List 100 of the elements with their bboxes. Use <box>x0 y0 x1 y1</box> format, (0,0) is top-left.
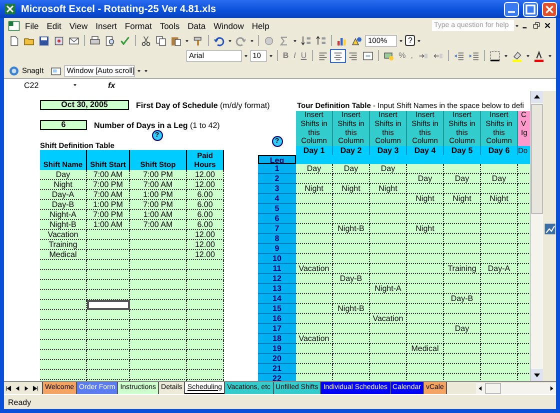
font-color-icon[interactable] <box>532 50 546 62</box>
table-cell[interactable]: 12.00 <box>187 230 224 240</box>
increase-indent-icon[interactable] <box>467 50 481 62</box>
start-date-field[interactable]: Oct 30, 2005 <box>40 100 129 110</box>
table-cell[interactable]: 7:00 PM <box>87 180 130 190</box>
table-cell[interactable]: Night-B <box>333 224 370 234</box>
currency-icon[interactable] <box>382 50 396 62</box>
table-cell[interactable]: Vacation <box>296 334 333 344</box>
table-cell[interactable]: Night <box>333 184 370 194</box>
table-cell[interactable]: Day-A <box>40 190 87 200</box>
table-cell[interactable]: Day <box>481 174 518 184</box>
table-cell[interactable]: 12.00 <box>187 250 224 260</box>
minimize-button[interactable] <box>504 2 519 16</box>
copy-icon[interactable] <box>154 34 168 46</box>
menu-item[interactable]: Data <box>184 20 210 30</box>
table-cell[interactable]: 7:00 AM <box>130 180 187 190</box>
paste-icon[interactable] <box>169 34 183 46</box>
text-style-button[interactable]: B <box>280 51 291 60</box>
table-cell[interactable]: Day <box>444 174 481 184</box>
table-cell[interactable]: Day <box>444 324 481 334</box>
table-cell[interactable]: 6.00 <box>187 220 224 230</box>
table-cell[interactable]: 1:00 PM <box>130 190 187 200</box>
menu-item[interactable]: Insert <box>92 20 121 30</box>
table-cell[interactable]: Day <box>333 164 370 174</box>
table-cell[interactable]: Day <box>40 170 87 180</box>
align-center-icon[interactable] <box>330 50 345 62</box>
vertical-scrollbar[interactable] <box>530 91 543 381</box>
merge-cells-icon[interactable] <box>360 50 375 62</box>
last-sheet-icon[interactable] <box>31 384 40 392</box>
table-cell[interactable]: 6.00 <box>187 190 224 200</box>
scroll-thumb[interactable] <box>531 104 543 214</box>
table-cell[interactable]: Training <box>444 264 481 274</box>
table-cell[interactable]: Day-B <box>333 274 370 284</box>
insert-function-button[interactable]: fx <box>106 80 118 90</box>
menu-item[interactable]: Tools <box>156 20 184 30</box>
scroll-thumb[interactable] <box>485 382 501 394</box>
table-cell[interactable]: Night-A <box>40 210 87 220</box>
close-icon[interactable] <box>542 21 553 30</box>
fill-color-icon[interactable] <box>510 50 524 62</box>
table-cell[interactable]: Night <box>444 194 481 204</box>
table-cell[interactable]: 7:00 PM <box>87 210 130 220</box>
menu-item[interactable]: View <box>65 20 92 30</box>
table-cell[interactable]: Night <box>296 184 333 194</box>
text-style-button[interactable]: I <box>292 51 298 60</box>
table-cell[interactable]: Vacation <box>370 314 407 324</box>
table-cell[interactable]: Training <box>40 240 87 250</box>
table-cell[interactable]: 6.00 <box>187 210 224 220</box>
table-cell[interactable]: Day-B <box>444 294 481 304</box>
table-cell[interactable]: Night <box>40 180 87 190</box>
table-cell[interactable]: 7:00 AM <box>87 190 130 200</box>
table-cell[interactable]: 6.00 <box>187 200 224 210</box>
workbook-icon[interactable] <box>7 20 21 32</box>
print-icon[interactable] <box>88 34 102 46</box>
table-cell[interactable]: Night-A <box>370 284 407 294</box>
table-cell[interactable]: Day <box>407 174 444 184</box>
table-cell[interactable]: Day <box>296 164 333 174</box>
text-style-button[interactable]: U <box>298 51 309 60</box>
table-cell[interactable]: Vacation <box>296 264 333 274</box>
save-icon[interactable] <box>37 34 51 46</box>
drawing-icon[interactable] <box>350 34 364 46</box>
table-cell[interactable]: 1:00 PM <box>87 200 130 210</box>
undo-icon[interactable] <box>212 34 226 46</box>
table-cell[interactable]: 12.00 <box>187 180 224 190</box>
table-cell[interactable]: 12.00 <box>187 170 224 180</box>
first-sheet-icon[interactable] <box>4 384 13 392</box>
sort-ascending-icon[interactable] <box>299 34 313 46</box>
table-cell[interactable]: 1:00 AM <box>130 210 187 220</box>
table-cell[interactable]: Night <box>481 194 518 204</box>
chart-wizard-icon[interactable] <box>542 223 556 235</box>
table-cell[interactable]: 7:00 AM <box>87 170 130 180</box>
table-cell[interactable]: 7:00 AM <box>130 220 187 230</box>
table-cell[interactable]: Day-B <box>40 200 87 210</box>
capture-icon[interactable] <box>48 64 63 76</box>
table-cell[interactable]: Night-B <box>333 304 370 314</box>
table-cell[interactable]: Medical <box>40 250 87 260</box>
number-format-button[interactable]: , <box>408 51 415 60</box>
table-cell[interactable]: 12.00 <box>187 240 224 250</box>
sort-descending-icon[interactable] <box>314 34 328 46</box>
menu-item[interactable]: Window <box>210 20 248 30</box>
menu-item[interactable]: Edit <box>42 20 66 30</box>
help-button[interactable]: ? <box>405 35 416 46</box>
table-cell[interactable]: 1:00 AM <box>87 220 130 230</box>
table-cell[interactable]: Night <box>407 194 444 204</box>
decrease-indent-icon[interactable] <box>452 50 466 62</box>
close-button[interactable] <box>542 2 557 16</box>
leg-days-field[interactable]: 6 <box>40 120 87 130</box>
table-cell[interactable]: Day-A <box>481 264 518 274</box>
menu-item[interactable]: File <box>21 20 43 30</box>
horizontal-scrollbar[interactable] <box>476 382 556 394</box>
number-format-button[interactable]: % <box>396 51 408 60</box>
maximize-button[interactable] <box>523 2 538 16</box>
cut-icon[interactable] <box>139 34 153 46</box>
name-box[interactable]: C22 <box>4 80 72 90</box>
restore-icon[interactable] <box>531 21 542 30</box>
print-preview-icon[interactable] <box>103 34 117 46</box>
menu-item[interactable]: Help <box>248 20 274 30</box>
table-cell[interactable]: 7:00 PM <box>130 170 187 180</box>
table-cell[interactable]: 7:00 PM <box>130 200 187 210</box>
table-cell[interactable]: Night-B <box>40 220 87 230</box>
table-cell[interactable]: Medical <box>407 344 444 354</box>
